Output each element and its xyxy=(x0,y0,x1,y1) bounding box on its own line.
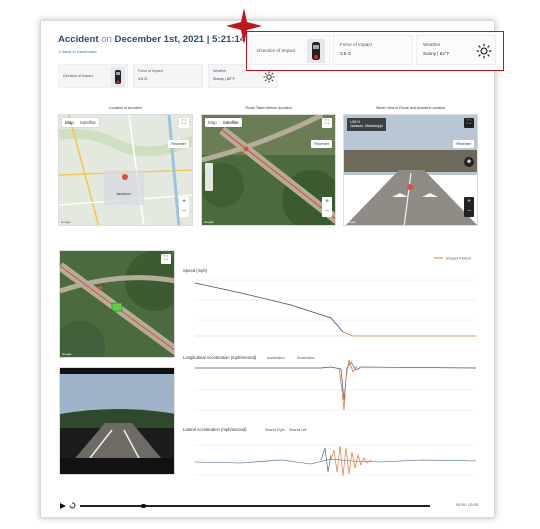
route-map-button[interactable]: Map xyxy=(205,118,220,127)
longitudinal-line xyxy=(195,361,477,401)
location-map-title: Location of Accident xyxy=(109,106,142,110)
callout-direction-box: Direction of Impact xyxy=(250,35,330,65)
lateral-chart-title: Lateral Acceleration (mph/second) xyxy=(183,427,247,432)
force-of-impact-stat: Force of Impact 3.5 G xyxy=(133,64,203,88)
back-to-dashboard-link[interactable]: ⇦ Back to Dashboard xyxy=(58,49,97,54)
sun-icon xyxy=(476,43,492,59)
time-display: 00:35 / 00:35 xyxy=(455,503,478,507)
impact-details-callout: Direction of Impact Force of Impact 3.5 … xyxy=(246,31,504,71)
drawing-tools[interactable] xyxy=(205,163,213,191)
street-view[interactable]: I-55 N Jackson, Mississippi ⛶ Recenter ☻… xyxy=(343,114,478,226)
car-top-icon xyxy=(307,39,325,63)
zoom-controls: + − xyxy=(179,197,189,217)
accident-report-page: Accident on December 1st, 2021 | 5:21:14… xyxy=(40,20,495,518)
google-logo: Google xyxy=(61,220,71,224)
google-logo: Google xyxy=(346,220,356,224)
google-logo: Google xyxy=(204,220,214,224)
route-map-title: Route Taken Before Accident xyxy=(245,106,292,110)
city-label: Jackson xyxy=(116,191,131,196)
direction-of-impact-stat: Direction of Impact xyxy=(58,64,128,88)
car-top-icon xyxy=(111,67,125,87)
speed-line xyxy=(194,282,344,333)
svg-text:Impact Period: Impact Period xyxy=(446,256,471,261)
longitudinal-legend-b: Deceleration xyxy=(297,356,315,360)
progress-track[interactable] xyxy=(80,505,430,507)
fullscreen-icon[interactable]: ⛶ xyxy=(161,254,171,264)
playback-controls: 00:35 / 00:35 xyxy=(60,502,478,510)
lateral-legend-b: Steered Left xyxy=(289,428,306,432)
longitudinal-chart-title: Longitudinal Acceleration (mph/second) xyxy=(183,355,257,360)
replay-map[interactable]: ⛶ Google xyxy=(59,250,175,358)
fullscreen-icon[interactable]: ⛶ xyxy=(322,118,332,128)
zoom-controls: + − xyxy=(322,197,332,217)
lateral-impact-line xyxy=(330,445,372,477)
zoom-in-icon[interactable]: + xyxy=(464,197,474,207)
location-map[interactable]: Map Satellite ⛶ Recenter Jackson + − Goo… xyxy=(58,114,193,226)
route-map-type-toggle: Map Satellite xyxy=(205,118,242,127)
zoom-out-icon[interactable]: − xyxy=(179,207,189,217)
speed-impact-line xyxy=(342,331,476,337)
fullscreen-icon[interactable]: ⛶ xyxy=(179,118,189,128)
speed-chart-title: Speed (mph) xyxy=(183,268,208,273)
recenter-button[interactable]: Recenter xyxy=(168,140,189,148)
satellite-button[interactable]: Satellite xyxy=(77,118,99,127)
route-satellite-canvas xyxy=(202,115,335,225)
dashcam-frame xyxy=(60,368,174,474)
zoom-controls: + − xyxy=(464,197,474,217)
sun-icon xyxy=(263,71,275,83)
recenter-button[interactable]: Recenter xyxy=(453,140,474,148)
speed-chart xyxy=(195,279,476,337)
google-logo: Google xyxy=(62,352,72,356)
callout-weather-box: Weather Sunny | 82°F xyxy=(416,35,496,65)
dashcam-video[interactable] xyxy=(59,367,175,475)
location-map-canvas xyxy=(59,115,192,225)
zoom-in-icon[interactable]: + xyxy=(322,197,332,207)
address-card: I-55 N Jackson, Mississippi xyxy=(347,118,386,131)
replay-icon[interactable] xyxy=(69,502,76,509)
replay-map-canvas xyxy=(60,251,174,357)
street-view-canvas xyxy=(344,115,477,225)
lateral-legend-a: Steered Right xyxy=(265,428,285,432)
chart-legend: Impact Period xyxy=(434,256,471,261)
longitudinal-legend-a: Acceleration xyxy=(267,356,285,360)
zoom-out-icon[interactable]: − xyxy=(464,207,474,217)
replay-charts: Impact Period Speed (mph) Longitudinal A… xyxy=(183,256,477,477)
route-satellite-button[interactable]: Satellite xyxy=(220,118,242,127)
map-button[interactable]: Map xyxy=(62,118,77,127)
pegman-icon[interactable]: ☻ xyxy=(464,157,474,167)
callout-force-box: Force of Impact 3.5 G xyxy=(333,35,413,65)
recenter-button[interactable]: Recenter xyxy=(311,140,332,148)
route-map[interactable]: Map Satellite ⛶ Recenter + − Google xyxy=(201,114,336,226)
zoom-out-icon[interactable]: − xyxy=(322,207,332,217)
map-type-toggle: Map Satellite xyxy=(62,118,99,127)
red-star-icon xyxy=(226,8,262,44)
progress-handle[interactable] xyxy=(141,503,146,508)
play-icon[interactable] xyxy=(60,503,66,509)
longitudinal-chart xyxy=(195,367,476,411)
street-view-title: Street View of Route and Accident Locati… xyxy=(375,106,446,110)
zoom-in-icon[interactable]: + xyxy=(179,197,189,207)
fullscreen-icon[interactable]: ⛶ xyxy=(464,118,474,128)
